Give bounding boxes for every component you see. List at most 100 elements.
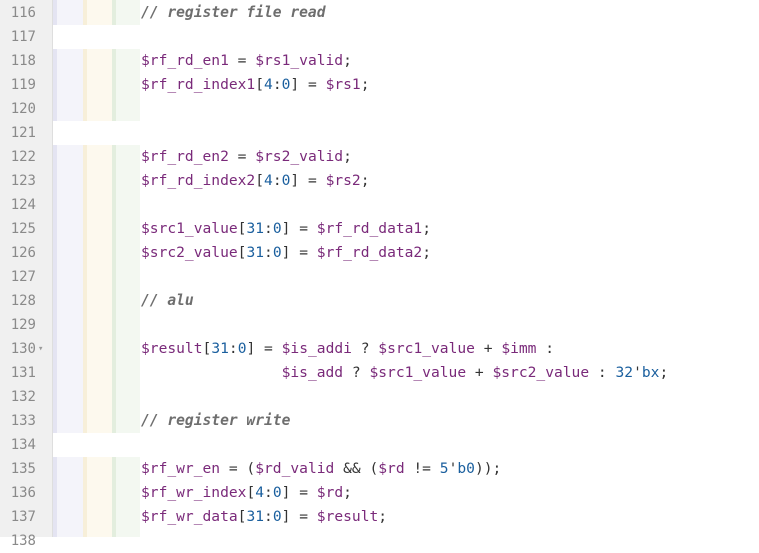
token-sig: $result bbox=[316, 508, 379, 525]
token-sig: $rf_rd_en2 bbox=[141, 148, 229, 165]
token-op: : bbox=[272, 76, 282, 93]
token-sig: $rf_rd_data2 bbox=[316, 244, 423, 261]
code-line[interactable]: 129 bbox=[0, 313, 759, 337]
token-sig: $rf_wr_en bbox=[141, 460, 221, 477]
line-number: 137 bbox=[10, 509, 36, 525]
code-line[interactable]: 118 $rf_rd_en1 = $rs1_valid; bbox=[0, 49, 759, 73]
code-text: $is_add ? $src1_value + $src2_value : 32… bbox=[141, 361, 669, 385]
token-sig: $rd bbox=[378, 460, 405, 477]
code-text: $src2_value[31:0] = $rf_rd_data2; bbox=[141, 241, 431, 265]
token-comment: // register file read bbox=[141, 4, 326, 21]
token-num: 4 bbox=[255, 484, 265, 501]
code-text: $result[31:0] = $is_addi ? $src1_value +… bbox=[141, 337, 554, 361]
token-sig: $src2_value bbox=[141, 244, 238, 261]
code-line[interactable]: 134 bbox=[0, 433, 759, 457]
token-op: + bbox=[474, 340, 502, 357]
token-sig: $rf_rd_index1 bbox=[141, 76, 256, 93]
token-op: ] = bbox=[281, 244, 317, 261]
line-number: 136 bbox=[10, 485, 36, 501]
token-op: ' bbox=[633, 364, 642, 381]
code-line[interactable]: 121 bbox=[0, 121, 759, 145]
line-number: 135 bbox=[10, 461, 36, 477]
line-number: 130 bbox=[10, 341, 36, 357]
token-op: ; bbox=[360, 172, 370, 189]
code-line[interactable]: 125 $src1_value[31:0] = $rf_rd_data1; bbox=[0, 217, 759, 241]
token-num: 0 bbox=[272, 508, 282, 525]
token-op: ; bbox=[360, 76, 370, 93]
code-line[interactable]: 117 bbox=[0, 25, 759, 49]
code-line[interactable]: 138 bbox=[0, 529, 759, 553]
line-number: 124 bbox=[10, 197, 36, 213]
token-op: && ( bbox=[334, 460, 379, 477]
code-line[interactable]: 130 ▾ $result[31:0] = $is_addi ? $src1_val… bbox=[0, 337, 759, 361]
token-num: 31 bbox=[246, 508, 265, 525]
token-sig: $rf_rd_en1 bbox=[141, 52, 229, 69]
token-sig: $is_add bbox=[281, 364, 344, 381]
code-line[interactable]: 136 $rf_wr_index[4:0] = $rd; bbox=[0, 481, 759, 505]
token-op: ] = bbox=[281, 220, 317, 237]
token-op: )); bbox=[474, 460, 502, 477]
line-number: 117 bbox=[10, 29, 36, 45]
token-sig: $rf_wr_data bbox=[141, 508, 238, 525]
code-text: $rf_rd_en2 = $rs2_valid; bbox=[141, 145, 352, 169]
token-num: 0 bbox=[272, 484, 282, 501]
token-sig: $rs2 bbox=[325, 172, 361, 189]
token-sig: $src2_value bbox=[492, 364, 590, 381]
line-number: 128 bbox=[10, 293, 36, 309]
token-num: 0 bbox=[272, 220, 282, 237]
token-sig: $is_addi bbox=[281, 340, 352, 357]
token-sig: $src1_value bbox=[141, 220, 238, 237]
token-op: ; bbox=[343, 148, 352, 165]
code-line[interactable]: 123 $rf_rd_index2[4:0] = $rs2; bbox=[0, 169, 759, 193]
token-sig: $rd_valid bbox=[255, 460, 335, 477]
code-line[interactable]: 135 $rf_wr_en = ($rd_valid && ($rd != 5'b… bbox=[0, 457, 759, 481]
token-sig: $src1_value bbox=[378, 340, 475, 357]
token-op: [ bbox=[255, 76, 265, 93]
token-op: : bbox=[228, 340, 238, 357]
token-num: 5 bbox=[439, 460, 449, 477]
token-sig: $result bbox=[141, 340, 203, 357]
chevron-down-icon[interactable]: ▾ bbox=[38, 337, 43, 361]
line-number: 133 bbox=[10, 413, 36, 429]
token-op: ] = bbox=[290, 76, 326, 93]
token-sig: $rs1_valid bbox=[255, 52, 344, 69]
token-op: ; bbox=[659, 364, 669, 381]
token-op: : bbox=[536, 340, 555, 357]
token-op: = bbox=[228, 148, 256, 165]
token-num: 4 bbox=[264, 172, 273, 189]
token-sig: $rs1 bbox=[325, 76, 361, 93]
code-line[interactable]: 126 $src2_value[31:0] = $rf_rd_data2; bbox=[0, 241, 759, 265]
token-num: 0 bbox=[272, 244, 282, 261]
code-text: // register write bbox=[141, 409, 290, 433]
line-number: 126 bbox=[10, 245, 36, 261]
code-line[interactable]: 122 $rf_rd_en2 = $rs2_valid; bbox=[0, 145, 759, 169]
code-text: $rf_wr_en = ($rd_valid && ($rd != 5'b0))… bbox=[141, 457, 501, 481]
line-number: 119 bbox=[10, 77, 36, 93]
line-number: 134 bbox=[10, 437, 36, 453]
code-line[interactable]: 119 $rf_rd_index1[4:0] = $rs1; bbox=[0, 73, 759, 97]
code-line[interactable]: 131 $is_add ? $src1_value + $src2_value … bbox=[0, 361, 759, 385]
code-line[interactable]: 133 // register write bbox=[0, 409, 759, 433]
code-text: $rf_wr_index[4:0] = $rd; bbox=[141, 481, 352, 505]
code-line[interactable]: 116 // register file read bbox=[0, 1, 759, 25]
token-num: 31 bbox=[211, 340, 229, 357]
line-number: 125 bbox=[10, 221, 36, 237]
token-num: 31 bbox=[246, 220, 265, 237]
code-line[interactable]: 127 bbox=[0, 265, 759, 289]
code-line[interactable]: 124 bbox=[0, 193, 759, 217]
token-sig: $rf_wr_index bbox=[141, 484, 247, 501]
token-op: : bbox=[264, 508, 273, 525]
code-line[interactable]: 120 bbox=[0, 97, 759, 121]
line-number: 121 bbox=[10, 125, 36, 141]
token-op: : bbox=[264, 484, 273, 501]
token-comment: // register write bbox=[141, 412, 291, 429]
code-line[interactable]: 137 $rf_wr_data[31:0] = $result; bbox=[0, 505, 759, 529]
line-number: 132 bbox=[10, 389, 36, 405]
token-op: ; bbox=[343, 52, 352, 69]
token-num: bx bbox=[641, 364, 660, 381]
code-line[interactable]: 128 // alu bbox=[0, 289, 759, 313]
code-text: $rf_rd_index1[4:0] = $rs1; bbox=[141, 73, 370, 97]
token-op: ; bbox=[378, 508, 388, 525]
token-op: ] = bbox=[290, 172, 326, 189]
code-line[interactable]: 132 bbox=[0, 385, 759, 409]
